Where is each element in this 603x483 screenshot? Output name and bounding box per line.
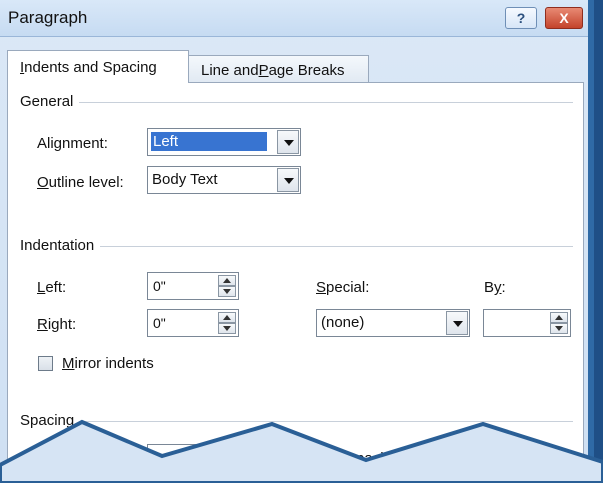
special-label: Special: xyxy=(316,279,370,296)
spin-down-icon[interactable] xyxy=(218,323,236,334)
special-dropdown[interactable]: (none) xyxy=(316,309,470,337)
left-indent-spinner[interactable]: 0" xyxy=(147,272,239,300)
right-indent-label: Right: xyxy=(37,316,77,333)
torn-edge-overlay xyxy=(0,419,603,483)
mirror-indents-checkbox[interactable] xyxy=(38,356,53,371)
chevron-down-icon[interactable] xyxy=(277,168,299,192)
right-indent-spinner[interactable]: 0" xyxy=(147,309,239,337)
spin-down-icon[interactable] xyxy=(218,286,236,297)
tab-line-and-page-breaks[interactable]: Line and Page Breaks xyxy=(188,55,369,85)
general-group-label: General xyxy=(20,93,80,110)
alignment-dropdown[interactable]: Left xyxy=(147,128,301,156)
spin-up-icon[interactable] xyxy=(218,312,236,323)
alignment-value: Left xyxy=(151,132,267,151)
outline-level-dropdown[interactable]: Body Text xyxy=(147,166,301,194)
indentation-group-label: Indentation xyxy=(20,237,101,254)
chevron-down-icon[interactable] xyxy=(277,130,299,154)
dialog-title: Paragraph xyxy=(8,8,88,27)
indentation-separator xyxy=(20,246,573,247)
general-separator xyxy=(20,102,573,103)
close-button[interactable]: X xyxy=(545,7,583,29)
spin-up-icon[interactable] xyxy=(218,275,236,286)
outline-level-value: Body Text xyxy=(152,171,218,188)
tab-indents-and-spacing[interactable]: Indents and Spacing xyxy=(7,50,189,83)
help-button[interactable]: ? xyxy=(505,7,537,29)
left-indent-label: Left: xyxy=(37,279,67,296)
left-indent-value: 0" xyxy=(153,278,166,294)
title-bar: Paragraph ? X xyxy=(0,0,588,37)
by-spinner[interactable] xyxy=(483,309,571,337)
screenshot-stage: Paragraph ? X Indents and Spacing Line a… xyxy=(0,0,603,483)
question-mark-icon: ? xyxy=(516,10,526,26)
spin-up-icon[interactable] xyxy=(550,312,568,323)
right-indent-value: 0" xyxy=(153,315,166,331)
special-value: (none) xyxy=(321,314,365,331)
spin-down-icon[interactable] xyxy=(550,323,568,334)
mirror-indents-label[interactable]: Mirror indents xyxy=(62,355,154,372)
close-icon: X xyxy=(559,10,569,26)
outline-level-label: Outline level: xyxy=(37,174,124,191)
by-label: By: xyxy=(484,279,506,296)
chevron-down-icon[interactable] xyxy=(446,311,468,335)
alignment-label: Alignment: xyxy=(37,135,108,152)
